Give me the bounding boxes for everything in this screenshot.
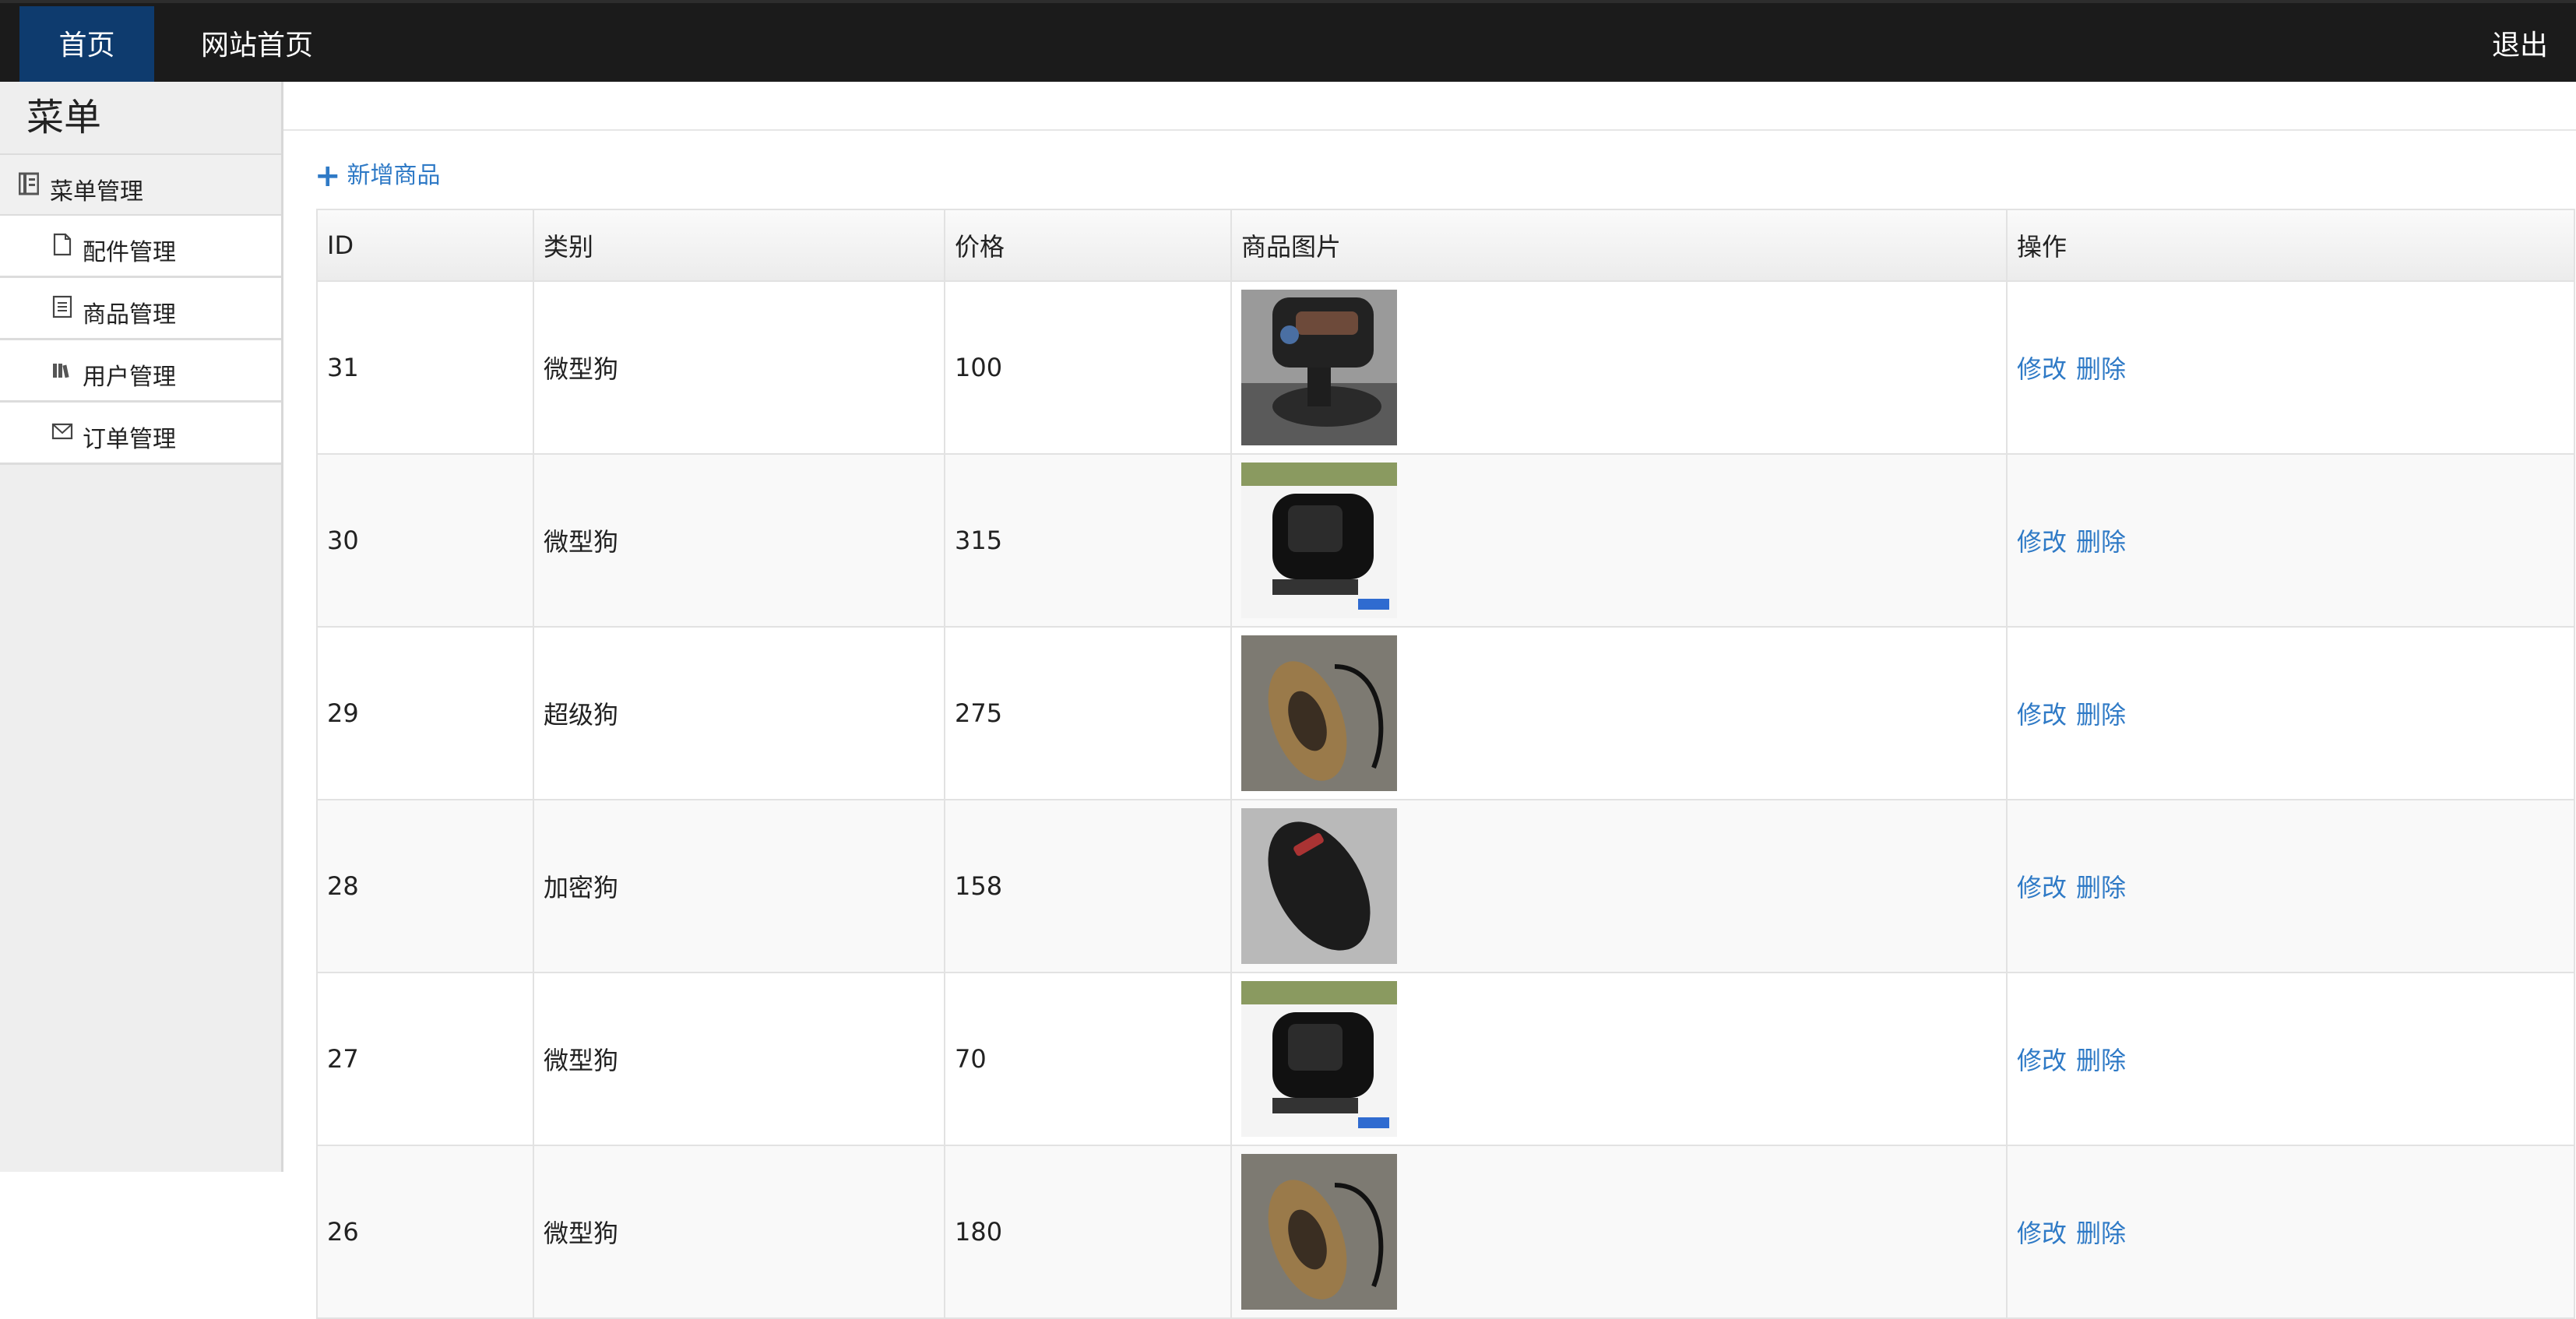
- delete-link[interactable]: 删除: [2076, 873, 2126, 902]
- sidebar: 菜单 菜单管理 配件管理 商品管理 用户管理 订单管理: [0, 82, 283, 1172]
- table-row: 31 微型狗 100 修改 删除: [316, 280, 2575, 455]
- column-header-actions: 操作: [2006, 209, 2575, 282]
- cell-category: 微型狗: [533, 280, 945, 455]
- plus-icon: +: [315, 158, 341, 194]
- column-header-price: 价格: [944, 209, 1232, 282]
- product-image: [1241, 981, 1397, 1137]
- edit-link[interactable]: 修改: [2017, 1219, 2067, 1248]
- cell-actions: 修改 删除: [2006, 280, 2575, 455]
- delete-link[interactable]: 删除: [2076, 527, 2126, 557]
- cell-price: 275: [944, 626, 1232, 800]
- cell-id: 28: [316, 799, 534, 973]
- list-icon: [52, 295, 72, 318]
- add-product-link[interactable]: + 新增商品: [315, 156, 441, 194]
- product-image: [1241, 808, 1397, 964]
- cell-id: 29: [316, 626, 534, 800]
- sidebar-item-label: 配件管理: [83, 239, 176, 266]
- sidebar-item-orders[interactable]: 订单管理: [0, 403, 281, 465]
- edit-link[interactable]: 修改: [2017, 700, 2067, 730]
- add-product-label: 新增商品: [347, 162, 441, 189]
- cell-id: 31: [316, 280, 534, 455]
- cell-price: 180: [944, 1145, 1232, 1319]
- table-row: 27 微型狗 70 修改 删除: [316, 972, 2575, 1146]
- cell-image: [1230, 1145, 2008, 1319]
- nav-home-tab[interactable]: 首页: [19, 6, 154, 85]
- delete-link[interactable]: 删除: [2076, 700, 2126, 730]
- cell-id: 27: [316, 972, 534, 1146]
- cell-actions: 修改 删除: [2006, 972, 2575, 1146]
- column-header-image: 商品图片: [1230, 209, 2008, 282]
- cell-category: 微型狗: [533, 1145, 945, 1319]
- cell-category: 超级狗: [533, 626, 945, 800]
- column-header-category: 类别: [533, 209, 945, 282]
- books-icon: [53, 364, 69, 378]
- sidebar-title: 菜单: [26, 96, 102, 139]
- cell-price: 315: [944, 453, 1232, 628]
- table-row: 28 加密狗 158 修改 删除: [316, 799, 2575, 973]
- sidebar-item-products[interactable]: 商品管理: [0, 278, 281, 340]
- file-icon: [53, 233, 72, 256]
- cell-image: [1230, 972, 2008, 1146]
- product-image: [1241, 463, 1397, 618]
- envelope-icon: [51, 423, 73, 440]
- content-divider: [283, 129, 2576, 131]
- sidebar-item-users[interactable]: 用户管理: [0, 340, 281, 403]
- sidebar-item-parts[interactable]: 配件管理: [0, 216, 281, 278]
- table-header-row: ID 类别 价格 商品图片 操作: [316, 209, 2575, 282]
- cell-image: [1230, 453, 2008, 628]
- product-image: [1241, 1154, 1397, 1310]
- cell-actions: 修改 删除: [2006, 799, 2575, 973]
- top-navbar: 首页 网站首页 退出: [0, 0, 2576, 85]
- edit-link[interactable]: 修改: [2017, 354, 2067, 384]
- cell-price: 100: [944, 280, 1232, 455]
- delete-link[interactable]: 删除: [2076, 1046, 2126, 1075]
- delete-link[interactable]: 删除: [2076, 1219, 2126, 1248]
- product-table: ID 类别 价格 商品图片 操作 31 微型狗 100 修改 删除 30 微型狗…: [316, 209, 2575, 1319]
- cell-image: [1230, 799, 2008, 973]
- cell-image: [1230, 280, 2008, 455]
- sidebar-item-label: 用户管理: [83, 364, 176, 391]
- cell-actions: 修改 删除: [2006, 1145, 2575, 1319]
- table-row: 29 超级狗 275 修改 删除: [316, 626, 2575, 800]
- cell-category: 微型狗: [533, 972, 945, 1146]
- edit-link[interactable]: 修改: [2017, 873, 2067, 902]
- column-header-id: ID: [316, 209, 534, 282]
- product-image: [1241, 290, 1397, 445]
- delete-link[interactable]: 删除: [2076, 354, 2126, 384]
- cell-image: [1230, 626, 2008, 800]
- table-row: 30 微型狗 315 修改 删除: [316, 453, 2575, 628]
- cell-actions: 修改 删除: [2006, 453, 2575, 628]
- table-row: 26 微型狗 180 修改 删除: [316, 1145, 2575, 1319]
- cell-price: 158: [944, 799, 1232, 973]
- cell-category: 微型狗: [533, 453, 945, 628]
- sidebar-group-label: 菜单管理: [50, 178, 143, 206]
- sidebar-item-label: 商品管理: [83, 301, 176, 329]
- logout-link[interactable]: 退出: [2492, 6, 2548, 85]
- cell-price: 70: [944, 972, 1232, 1146]
- cell-id: 26: [316, 1145, 534, 1319]
- edit-link[interactable]: 修改: [2017, 1046, 2067, 1075]
- sidebar-item-label: 订单管理: [83, 426, 176, 453]
- nav-site-home-link[interactable]: 网站首页: [201, 6, 313, 85]
- edit-link[interactable]: 修改: [2017, 527, 2067, 557]
- sidebar-group-menu-management[interactable]: 菜单管理: [0, 153, 281, 216]
- cell-category: 加密狗: [533, 799, 945, 973]
- cell-actions: 修改 删除: [2006, 626, 2575, 800]
- book-icon: [19, 172, 39, 195]
- product-image: [1241, 635, 1397, 791]
- cell-id: 30: [316, 453, 534, 628]
